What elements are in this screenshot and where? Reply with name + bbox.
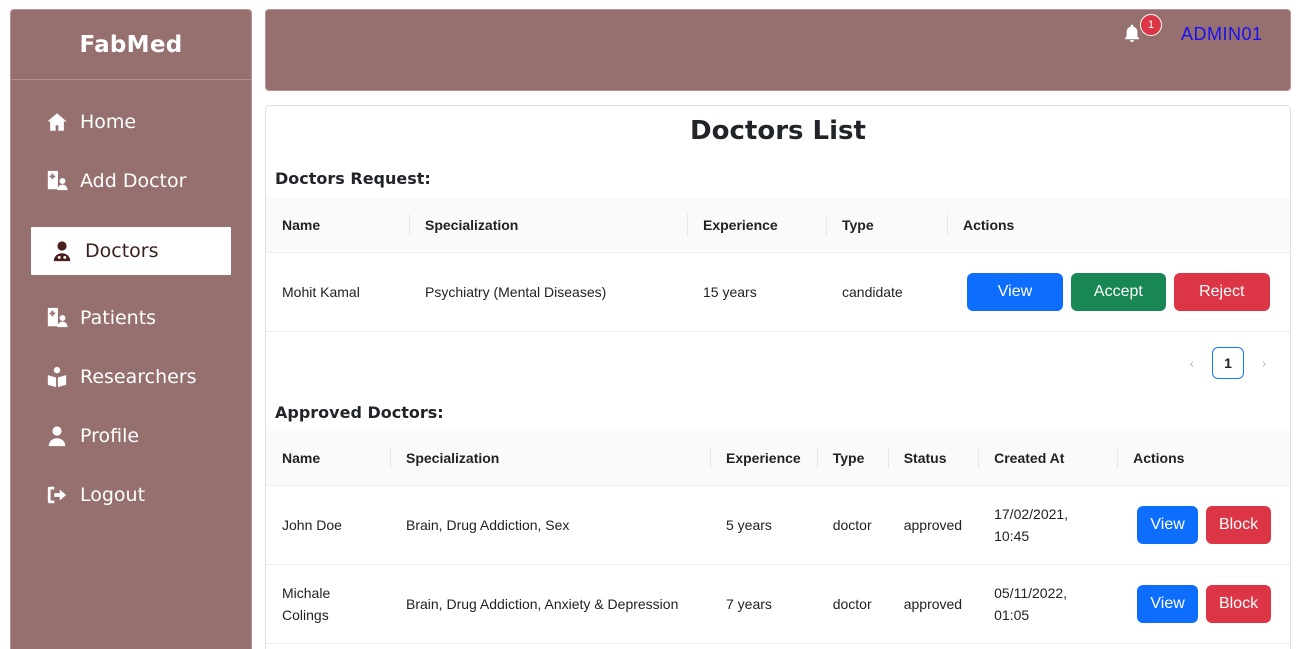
page-title: Doctors List bbox=[690, 116, 866, 146]
doctor-specialization: Psychiatry (Mental Diseases) bbox=[409, 252, 687, 332]
doctor-type: doctor bbox=[816, 564, 888, 644]
column-header-type: Type bbox=[826, 198, 947, 253]
created-date: 05/11/2022, bbox=[994, 584, 1068, 601]
sidebar-item-label: Patients bbox=[80, 307, 157, 329]
table-row: Michale Colings Brain, Drug Addiction, A… bbox=[266, 564, 1290, 644]
hospital-user-icon bbox=[47, 170, 68, 191]
approved-doctors-table: Name Specialization Experience Type Stat… bbox=[266, 431, 1290, 644]
doctor-name-line: Colings bbox=[282, 606, 329, 623]
block-button[interactable]: Block bbox=[1206, 584, 1271, 623]
column-header-experience: Experience bbox=[687, 198, 826, 253]
sidebar-item-label: Researchers bbox=[80, 366, 197, 388]
doctor-name-line: Michale bbox=[282, 584, 331, 601]
sidebar-item-add-doctor[interactable]: Add Doctor bbox=[46, 170, 186, 192]
user-menu[interactable]: ADMIN01 bbox=[1181, 24, 1263, 45]
column-header-experience: Experience bbox=[710, 431, 817, 486]
doctor-specialization: Brain, Drug Addiction, Sex bbox=[390, 485, 710, 565]
sidebar-item-researchers[interactable]: Researchers bbox=[46, 366, 197, 388]
sidebar-item-patients[interactable]: Patients bbox=[46, 307, 156, 329]
pagination-prev-icon[interactable]: ‹ bbox=[1184, 355, 1200, 371]
doctor-name: Michale Colings bbox=[266, 564, 390, 644]
created-time: 10:45 bbox=[994, 527, 1030, 544]
doctor-status: approved bbox=[887, 485, 979, 565]
sidebar-item-logout[interactable]: Logout bbox=[46, 484, 145, 506]
doctors-request-label: Doctors Request: bbox=[275, 169, 431, 188]
reject-button[interactable]: Reject bbox=[1173, 272, 1270, 311]
doctor-experience: 15 years bbox=[687, 252, 826, 332]
pagination-next-icon[interactable]: › bbox=[1256, 355, 1272, 371]
notification-count-badge: 1 bbox=[1140, 14, 1162, 36]
column-header-name: Name bbox=[266, 198, 409, 253]
created-time: 01:05 bbox=[994, 606, 1030, 623]
doctor-experience: 7 years bbox=[710, 564, 817, 644]
table-header-row: Name Specialization Experience Type Stat… bbox=[266, 431, 1290, 486]
pagination: ‹ 1 › bbox=[1184, 347, 1272, 379]
accept-button[interactable]: Accept bbox=[1070, 272, 1166, 311]
view-button[interactable]: View bbox=[1137, 505, 1199, 544]
sidebar-item-label: Logout bbox=[80, 484, 146, 506]
sign-out-icon bbox=[47, 486, 67, 504]
column-header-actions: Actions bbox=[1117, 431, 1290, 486]
approved-doctors-label: Approved Doctors: bbox=[275, 403, 444, 422]
user-icon bbox=[48, 426, 66, 447]
brand-logo: FabMed bbox=[11, 10, 251, 80]
doctor-status: approved bbox=[887, 564, 979, 644]
doctor-name: John Doe bbox=[266, 485, 390, 565]
sidebar-item-home[interactable]: Home bbox=[46, 111, 136, 133]
top-bar: 1 ADMIN01 bbox=[265, 9, 1291, 91]
block-button[interactable]: Block bbox=[1206, 505, 1271, 544]
table-row: Mohit Kamal Psychiatry (Mental Diseases)… bbox=[266, 252, 1290, 332]
actions-cell: View Accept Reject bbox=[947, 252, 1290, 332]
sidebar-item-profile[interactable]: Profile bbox=[46, 425, 139, 447]
created-date: 17/02/2021, bbox=[994, 505, 1069, 522]
sidebar-item-label: Doctors bbox=[85, 240, 159, 262]
doctor-type: candidate bbox=[826, 252, 947, 332]
doctor-created-at: 17/02/2021, 10:45 bbox=[978, 485, 1118, 565]
column-header-name: Name bbox=[266, 431, 390, 486]
sidebar-item-label: Home bbox=[80, 111, 137, 133]
column-header-status: Status bbox=[887, 431, 979, 486]
main-card: Doctors List Doctors Request: Name Speci… bbox=[265, 105, 1291, 649]
doctor-created-at: 05/11/2022, 01:05 bbox=[978, 564, 1118, 644]
column-header-specialization: Specialization bbox=[409, 198, 687, 253]
user-doctor-icon bbox=[53, 241, 71, 262]
table-header-row: Name Specialization Experience Type Acti… bbox=[266, 198, 1290, 253]
column-header-actions: Actions bbox=[947, 198, 1290, 253]
doctor-name: Mohit Kamal bbox=[266, 252, 409, 332]
book-reader-icon bbox=[47, 366, 67, 388]
actions-cell: View Block bbox=[1117, 485, 1290, 565]
sidebar-item-label: Profile bbox=[80, 425, 140, 447]
pagination-page-1[interactable]: 1 bbox=[1212, 347, 1244, 379]
column-header-created-at: Created At bbox=[978, 431, 1118, 486]
column-header-type: Type bbox=[816, 431, 888, 486]
sidebar: FabMed Home Add Doctor Doctors Patients … bbox=[10, 9, 252, 649]
doctor-type: doctor bbox=[816, 485, 888, 565]
home-icon bbox=[47, 113, 67, 131]
doctor-experience: 5 years bbox=[710, 485, 817, 565]
table-row: John Doe Brain, Drug Addiction, Sex 5 ye… bbox=[266, 485, 1290, 565]
column-header-specialization: Specialization bbox=[390, 431, 710, 486]
view-button[interactable]: View bbox=[967, 272, 1063, 311]
hospital-user-icon bbox=[47, 307, 68, 328]
sidebar-item-doctors[interactable]: Doctors bbox=[31, 227, 231, 275]
view-button[interactable]: View bbox=[1137, 584, 1199, 623]
doctor-specialization: Brain, Drug Addiction, Anxiety & Depress… bbox=[390, 564, 710, 644]
doctors-request-table: Name Specialization Experience Type Acti… bbox=[266, 198, 1290, 332]
sidebar-item-label: Add Doctor bbox=[80, 170, 187, 192]
actions-cell: View Block bbox=[1117, 564, 1290, 644]
